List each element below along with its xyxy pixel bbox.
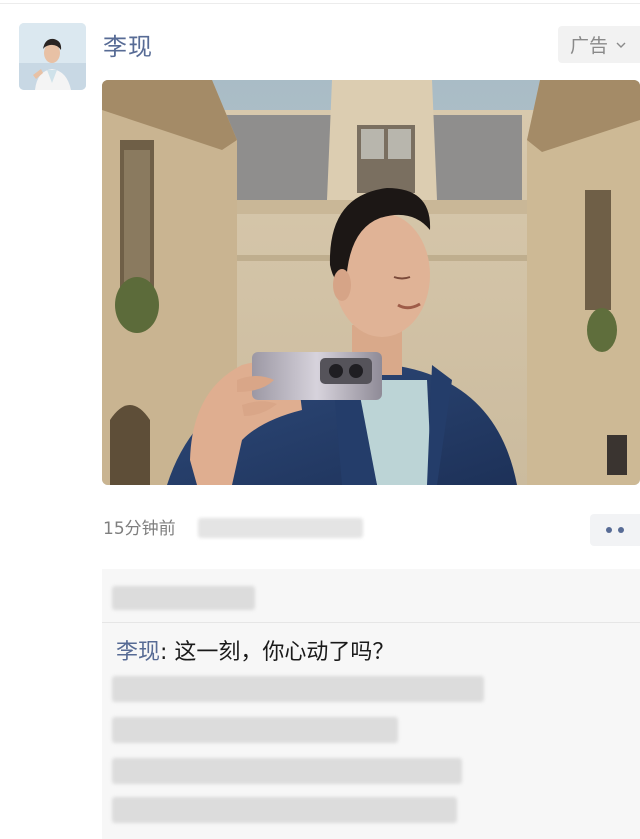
blurred-source-text — [198, 518, 363, 538]
blurred-comment — [112, 758, 462, 784]
comment-author[interactable]: 李现 — [116, 640, 160, 665]
post-timestamp: 15分钟前 — [103, 519, 176, 539]
ad-label: 广告 — [570, 35, 609, 57]
comment-separator: : — [160, 640, 175, 665]
blurred-comment — [112, 676, 484, 702]
chevron-down-icon — [616, 42, 626, 48]
comment-item[interactable]: 李现: 这一刻，你心动了吗？ — [116, 634, 394, 666]
top-divider — [0, 3, 640, 4]
ad-menu-button[interactable]: 广告 — [558, 26, 640, 63]
post-author-name[interactable]: 李现 — [103, 27, 153, 62]
avatar[interactable] — [19, 23, 86, 90]
blurred-likes-row — [112, 586, 255, 610]
more-dots-icon — [606, 527, 612, 533]
comment-text: 这一刻，你心动了吗？ — [174, 640, 395, 665]
blurred-comment — [112, 797, 457, 823]
comment-divider — [102, 622, 640, 623]
blurred-comment — [112, 717, 398, 743]
more-options-button[interactable] — [590, 514, 640, 546]
more-dots-icon — [618, 527, 624, 533]
post-image[interactable] — [102, 80, 640, 485]
